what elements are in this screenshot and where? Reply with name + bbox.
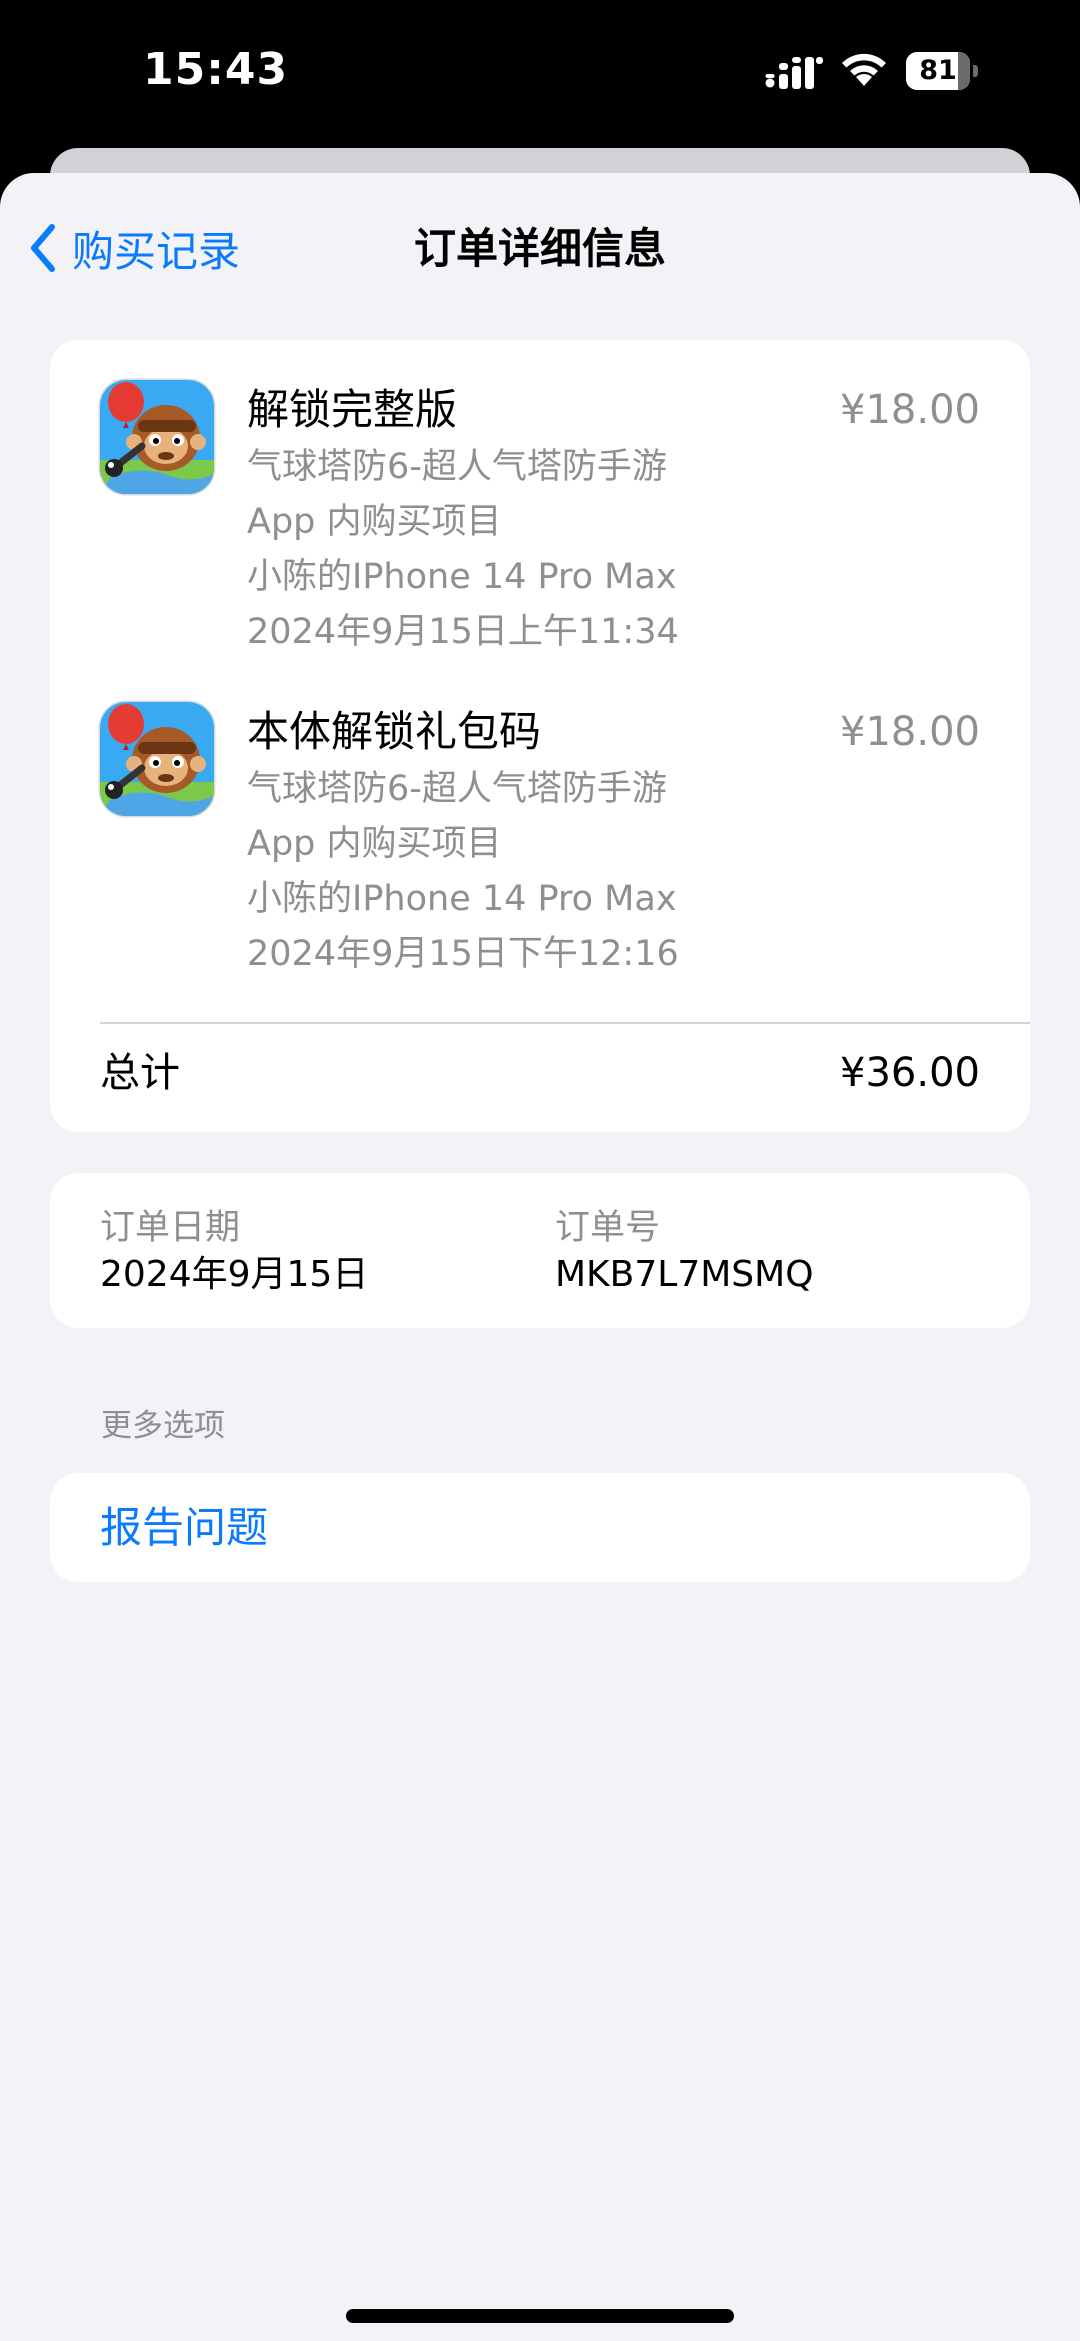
battery-level-text: 81 bbox=[919, 55, 957, 86]
wifi-icon bbox=[842, 53, 886, 86]
order-date-value: 2024年9月15日 bbox=[100, 1254, 369, 1295]
navigation-bar: 购买记录 订单详细信息 bbox=[0, 173, 1080, 313]
battery-cap bbox=[973, 65, 978, 77]
total-divider bbox=[100, 1022, 1030, 1024]
report-problem-label: 报告问题 bbox=[100, 1503, 269, 1552]
report-problem-button[interactable]: 报告问题 bbox=[50, 1473, 1030, 1582]
status-time: 15:43 bbox=[143, 44, 289, 95]
battery-icon: 81 bbox=[906, 52, 978, 90]
items-card-footer: 总计 ¥36.00 bbox=[50, 340, 1030, 1132]
battery-body: 81 bbox=[906, 52, 970, 90]
total-value: ¥36.00 bbox=[840, 1050, 980, 1096]
order-date-label: 订单日期 bbox=[100, 1208, 241, 1248]
signal-icon bbox=[765, 57, 823, 89]
screen: 15:43 81 购买记录 订单详细信息 解锁完整版 ¥18.00 气球塔防6-… bbox=[0, 0, 1080, 2341]
home-indicator[interactable] bbox=[346, 2309, 734, 2323]
order-info-card: 订单日期 2024年9月15日 订单号 MKB7L7MSMQ bbox=[50, 1173, 1030, 1328]
total-label: 总计 bbox=[100, 1050, 180, 1096]
order-number-value: MKB7L7MSMQ bbox=[555, 1254, 814, 1295]
order-number-label: 订单号 bbox=[555, 1208, 661, 1248]
more-options-header: 更多选项 bbox=[101, 1408, 225, 1444]
page-title: 订单详细信息 bbox=[413, 224, 666, 273]
status-bar: 15:43 81 bbox=[0, 0, 1080, 150]
